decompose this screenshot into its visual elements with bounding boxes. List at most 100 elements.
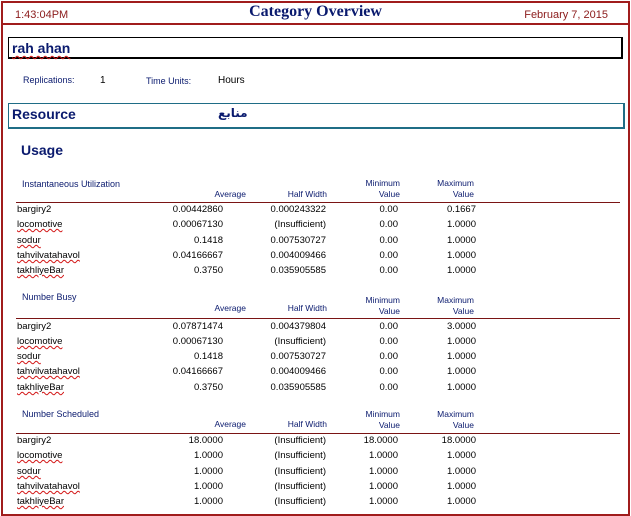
row-max: 18.0000 xyxy=(441,435,476,446)
model-name-box: rah ahan xyxy=(8,37,623,59)
section-title: Number Scheduled xyxy=(22,409,100,419)
row-max: 3.0000 xyxy=(446,321,476,332)
table-row: sodur 0.1418 0.007530727 0.00 1.0000 xyxy=(3,235,628,250)
section-divider xyxy=(16,202,620,203)
row-name: tahvilvatahavol xyxy=(17,481,80,492)
row-average: 0.07871474 xyxy=(172,321,223,332)
table-row: sodur 1.0000 (Insufficient) 1.0000 1.000… xyxy=(3,466,628,481)
table-row: tahvilvatahavol 0.04166667 0.004009466 0… xyxy=(3,250,628,265)
col-half-width: Half Width xyxy=(287,419,327,429)
time-units-value: Hours xyxy=(218,75,245,86)
row-average: 0.3750 xyxy=(193,382,223,393)
row-half-width: (Insufficient) xyxy=(274,496,326,507)
table-row: tahvilvatahavol 1.0000 (Insufficient) 1.… xyxy=(3,481,628,496)
section-divider xyxy=(16,433,620,434)
row-half-width: (Insufficient) xyxy=(274,481,326,492)
row-half-width: (Insufficient) xyxy=(274,450,326,461)
row-average: 0.00442860 xyxy=(172,204,223,215)
col-maximum: Maximum xyxy=(437,295,474,305)
row-name: tahvilvatahavol xyxy=(17,250,80,261)
row-name: bargiry2 xyxy=(17,321,52,332)
row-max: 1.0000 xyxy=(446,219,476,230)
row-min: 0.00 xyxy=(379,250,399,261)
section-title: Instantaneous Utilization xyxy=(22,179,121,189)
category-arabic-label: منابع xyxy=(218,106,248,120)
row-max: 1.0000 xyxy=(446,382,476,393)
row-name: sodur xyxy=(17,351,41,362)
row-average: 1.0000 xyxy=(193,481,223,492)
col-minimum: Minimum xyxy=(365,409,400,419)
row-average: 0.04166667 xyxy=(172,366,223,377)
row-name: takhliyeBar xyxy=(17,265,64,276)
row-min: 1.0000 xyxy=(368,450,398,461)
row-max: 1.0000 xyxy=(446,351,476,362)
col-maximum: Maximum xyxy=(437,409,474,419)
row-average: 0.1418 xyxy=(193,351,223,362)
row-max: 1.0000 xyxy=(446,496,476,507)
table-row: takhliyeBar 0.3750 0.035905585 0.00 1.00… xyxy=(3,382,628,397)
row-max: 1.0000 xyxy=(446,366,476,377)
col-average: Average xyxy=(214,189,246,199)
row-name: sodur xyxy=(17,235,41,246)
col-minimum: Minimum xyxy=(365,178,400,188)
table-row: locomotive 0.00067130 (Insufficient) 0.0… xyxy=(3,336,628,351)
row-min: 1.0000 xyxy=(368,496,398,507)
row-half-width: (Insufficient) xyxy=(274,435,326,446)
row-min: 0.00 xyxy=(379,235,399,246)
table-row: takhliyeBar 1.0000 (Insufficient) 1.0000… xyxy=(3,496,628,511)
row-min: 0.00 xyxy=(379,351,399,362)
row-min: 0.00 xyxy=(379,265,399,276)
col-minimum: Minimum xyxy=(365,295,400,305)
table-row: tahvilvatahavol 0.04166667 0.004009466 0… xyxy=(3,366,628,381)
row-min: 0.00 xyxy=(379,219,399,230)
row-half-width: 0.004009466 xyxy=(270,366,326,377)
row-half-width: 0.000243322 xyxy=(270,204,326,215)
row-average: 1.0000 xyxy=(193,496,223,507)
col-minimum-value: Value xyxy=(378,189,400,199)
row-min: 0.00 xyxy=(379,336,399,347)
row-min: 0.00 xyxy=(379,366,399,377)
section-divider xyxy=(16,318,620,319)
table-row: sodur 0.1418 0.007530727 0.00 1.0000 xyxy=(3,351,628,366)
row-half-width: 0.004379804 xyxy=(270,321,326,332)
col-average: Average xyxy=(214,419,246,429)
category-label: Resource xyxy=(12,106,76,122)
row-half-width: 0.004009466 xyxy=(270,250,326,261)
col-average: Average xyxy=(214,303,246,313)
row-half-width: 0.035905585 xyxy=(270,265,326,276)
col-minimum-value: Value xyxy=(378,306,400,316)
row-min: 0.00 xyxy=(379,382,399,393)
row-min: 18.0000 xyxy=(363,435,398,446)
row-max: 1.0000 xyxy=(446,336,476,347)
row-average: 1.0000 xyxy=(193,466,223,477)
row-max: 1.0000 xyxy=(446,450,476,461)
replications-value: 1 xyxy=(100,75,106,86)
report-date: February 7, 2015 xyxy=(524,9,608,21)
row-name: locomotive xyxy=(17,219,63,230)
table-row: bargiry2 18.0000 (Insufficient) 18.0000 … xyxy=(3,435,628,450)
row-max: 1.0000 xyxy=(446,265,476,276)
col-maximum: Maximum xyxy=(437,178,474,188)
row-name: bargiry2 xyxy=(17,204,52,215)
row-average: 1.0000 xyxy=(193,450,223,461)
table-row: bargiry2 0.00442860 0.000243322 0.00 0.1… xyxy=(3,204,628,219)
row-average: 18.0000 xyxy=(188,435,223,446)
replications-label: Replications: xyxy=(23,75,75,85)
col-half-width: Half Width xyxy=(287,303,327,313)
row-name: takhliyeBar xyxy=(17,382,64,393)
row-half-width: (Insufficient) xyxy=(274,336,326,347)
row-max: 1.0000 xyxy=(446,235,476,246)
table-row: locomotive 1.0000 (Insufficient) 1.0000 … xyxy=(3,450,628,465)
row-min: 0.00 xyxy=(379,321,399,332)
row-max: 1.0000 xyxy=(446,481,476,492)
row-max: 1.0000 xyxy=(446,250,476,261)
report-frame: 1:43:04PM Category Overview February 7, … xyxy=(1,1,630,516)
col-minimum-value: Value xyxy=(378,420,400,430)
col-half-width: Half Width xyxy=(287,189,327,199)
section-title: Number Busy xyxy=(22,292,77,302)
row-average: 0.00067130 xyxy=(172,219,223,230)
row-half-width: 0.007530727 xyxy=(270,351,326,362)
row-average: 0.04166667 xyxy=(172,250,223,261)
usage-heading: Usage xyxy=(21,142,64,158)
table-row: locomotive 0.00067130 (Insufficient) 0.0… xyxy=(3,219,628,234)
